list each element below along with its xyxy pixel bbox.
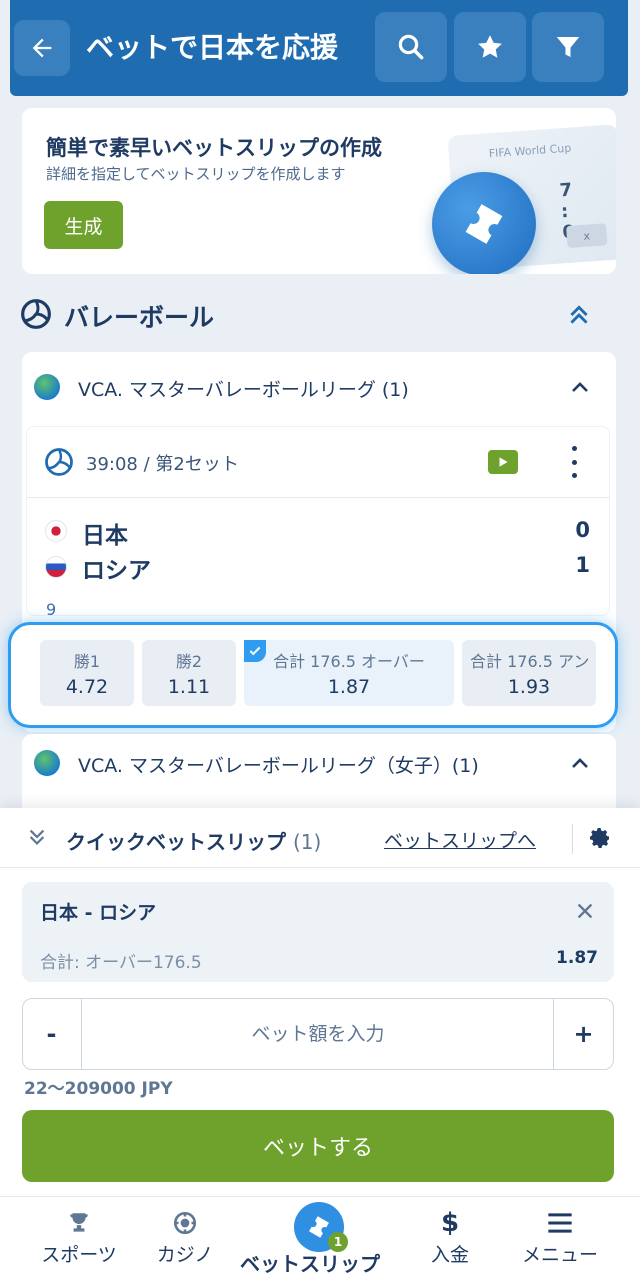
chevron-up-icon[interactable] (568, 376, 592, 400)
stake-limits: 22〜209000 JPY (24, 1079, 173, 1099)
nav-sports[interactable]: スポーツ (34, 1210, 124, 1267)
globe-icon (34, 750, 60, 776)
more-markets-count[interactable]: 9 (46, 600, 56, 619)
place-bet-button[interactable]: ベットする (22, 1110, 614, 1182)
betslip-builder-promo: 簡単で素早いベットスリップの作成 詳細を指定してベットスリップを作成します 生成… (22, 108, 616, 274)
page-title: ベットで日本を応援 (86, 31, 339, 64)
decrease-stake-button[interactable]: - (22, 999, 82, 1069)
nav-deposit[interactable]: $ 入金 (420, 1208, 480, 1267)
go-to-betslip-link[interactable]: ベットスリップへ (384, 826, 536, 853)
away-team: ロシア (82, 558, 151, 584)
collapse-icon[interactable] (26, 826, 48, 848)
illustration-x-button: x (566, 223, 608, 248)
ticket-icon (432, 172, 536, 274)
selection-teams: 日本 - ロシア (40, 902, 157, 924)
volleyball-icon (21, 299, 51, 329)
promo-subtitle: 詳細を指定してベットスリップを作成します (46, 165, 346, 183)
dollar-icon: $ (440, 1208, 460, 1238)
nav-menu[interactable]: メニュー (514, 1210, 606, 1267)
increase-stake-button[interactable]: + (553, 999, 613, 1069)
filter-button[interactable] (532, 12, 604, 82)
arrow-left-icon (32, 38, 52, 58)
odd-win2-button[interactable]: 勝2 1.11 (142, 640, 236, 706)
promo-title: 簡単で素早いベットスリップの作成 (46, 136, 382, 160)
league-title[interactable]: VCA. マスターバレーボールリーグ（女子）(1) (78, 751, 479, 778)
odd-total-over-button[interactable]: 合計 176.5 オーバー 1.87 (244, 640, 454, 706)
stake-input[interactable] (84, 1000, 552, 1068)
favorites-button[interactable] (454, 12, 526, 82)
search-button[interactable] (375, 12, 447, 82)
gear-icon[interactable] (588, 826, 612, 850)
check-icon (244, 640, 266, 662)
hamburger-menu-icon (548, 1213, 572, 1233)
ticket-icon (309, 1216, 329, 1238)
selection-odd: 1.87 (556, 948, 598, 968)
casino-chip-icon (173, 1211, 197, 1235)
globe-icon (34, 374, 60, 400)
home-score: 0 (575, 518, 590, 542)
close-icon[interactable] (574, 900, 596, 922)
odd-win1-button[interactable]: 勝1 4.72 (40, 640, 134, 706)
match-clock: 39:08 / 第2セット (86, 454, 239, 475)
generate-button[interactable]: 生成 (44, 201, 123, 249)
search-icon (398, 34, 424, 60)
more-options-button[interactable] (566, 446, 582, 478)
live-stream-button[interactable] (488, 450, 518, 474)
away-score: 1 (575, 553, 590, 577)
divider (0, 867, 640, 868)
trophy-icon (70, 1213, 88, 1232)
home-team: 日本 (82, 523, 128, 549)
filter-icon (556, 37, 580, 57)
nav-betslip-label[interactable]: ベットスリップ (240, 1248, 380, 1277)
russia-flag-icon (45, 556, 67, 578)
volleyball-icon (45, 448, 73, 476)
star-icon (478, 35, 502, 58)
selection-market: 合計: オーバー176.5 (40, 953, 202, 973)
divider (26, 497, 610, 498)
collapse-all-icon[interactable] (566, 302, 592, 328)
chevron-up-icon[interactable] (568, 752, 592, 776)
play-icon (499, 457, 508, 467)
back-button[interactable] (14, 20, 70, 76)
trophy-label: FIFA World Cup (488, 141, 572, 161)
quick-betslip-title: クイックベットスリップ (1) (66, 830, 322, 854)
league-title[interactable]: VCA. マスターバレーボールリーグ (1) (78, 375, 409, 402)
japan-flag-icon (45, 520, 67, 542)
sport-title: バレーボール (64, 303, 215, 332)
divider (572, 824, 573, 854)
odd-total-under-button[interactable]: 合計 176.5 アン 1.93 (462, 640, 596, 706)
nav-casino[interactable]: カジノ (150, 1210, 220, 1267)
